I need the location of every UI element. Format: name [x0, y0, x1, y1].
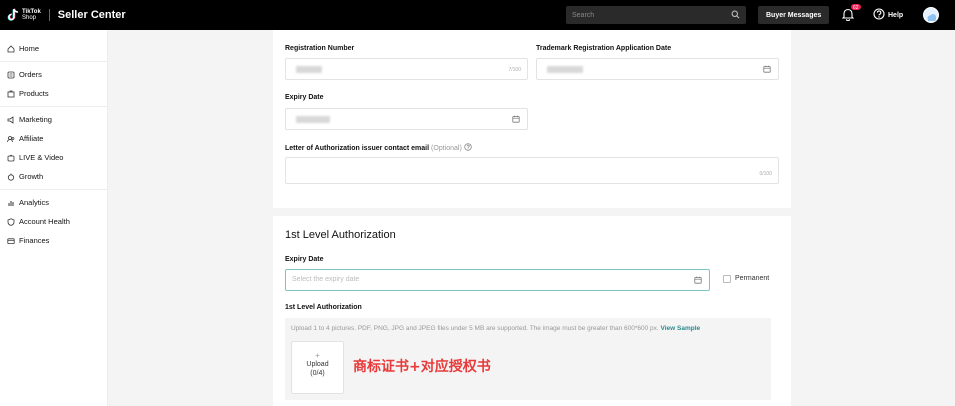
expiry-date-label: Expiry Date	[285, 94, 324, 101]
first-level-authorization-card: 1st Level Authorization Expiry Date Sele…	[273, 216, 791, 406]
upload-hint: Upload 1 to 4 pictures. PDF, PNG, JPG an…	[291, 325, 700, 332]
sidebar-item-products[interactable]: Products	[0, 84, 107, 103]
auth-upload-label: 1st Level Authorization	[285, 304, 362, 311]
sidebar-item-orders[interactable]: Orders	[0, 65, 107, 84]
sidebar-item-label: Growth	[19, 172, 44, 181]
sidebar-item-home[interactable]: Home	[0, 39, 107, 58]
sidebar-item-finances[interactable]: Finances	[0, 231, 107, 250]
calendar-icon[interactable]	[512, 115, 520, 125]
sidebar-item-label: Marketing	[19, 115, 52, 124]
loa-email-label: Letter of Authorization issuer contact e…	[285, 143, 472, 153]
sidebar-item-label: Products	[19, 89, 49, 98]
char-counter: 0/100	[759, 171, 772, 177]
sidebar: Home Orders Products Marketing Affiliate…	[0, 30, 108, 406]
redacted-value	[547, 66, 583, 73]
plus-icon: +	[315, 351, 320, 360]
upload-count: (0/4)	[310, 370, 325, 377]
registration-number-input[interactable]: 7/100	[285, 58, 528, 80]
buyer-messages-button[interactable]: Buyer Messages	[758, 6, 830, 24]
top-bar: TikTok Shop Seller Center Search Buyer M…	[0, 0, 955, 30]
view-sample-link[interactable]: View Sample	[661, 325, 701, 332]
sidebar-item-growth[interactable]: Growth	[0, 167, 107, 186]
permanent-checkbox[interactable]	[723, 275, 731, 283]
logo-divider	[48, 9, 50, 21]
sidebar-item-label: Orders	[19, 70, 42, 79]
orders-icon	[7, 71, 15, 79]
sidebar-divider	[0, 106, 107, 107]
sidebar-item-label: Finances	[19, 236, 50, 245]
growth-icon	[7, 173, 15, 181]
sidebar-item-label: Account Health	[19, 217, 70, 226]
redacted-value	[296, 66, 322, 73]
sidebar-divider	[0, 189, 107, 190]
section-title: 1st Level Authorization	[285, 229, 396, 241]
finances-icon	[7, 237, 15, 245]
search-input[interactable]: Search	[566, 6, 746, 24]
sidebar-item-live-video[interactable]: LIVE & Video	[0, 148, 107, 167]
sidebar-item-label: LIVE & Video	[19, 153, 64, 162]
help-button[interactable]: Help	[873, 8, 903, 22]
upload-label: Upload	[306, 361, 329, 368]
shield-icon	[7, 217, 15, 226]
date-placeholder: Select the expiry date	[292, 276, 360, 283]
upload-hint-text: Upload 1 to 4 pictures. PDF, PNG, JPG an…	[291, 325, 659, 332]
logo[interactable]: TikTok Shop Seller Center	[7, 8, 126, 22]
expiry-date-picker[interactable]	[285, 108, 528, 130]
calendar-icon[interactable]	[694, 276, 702, 286]
loa-email-label-text: Letter of Authorization issuer contact e…	[285, 144, 430, 152]
sidebar-divider	[0, 61, 107, 62]
analytics-icon	[7, 199, 15, 207]
loa-email-input[interactable]: 0/100	[285, 157, 779, 184]
permanent-label[interactable]: Permanent	[735, 275, 769, 282]
trademark-app-date-label: Trademark Registration Application Date	[536, 45, 672, 52]
registration-number-label: Registration Number	[285, 45, 355, 52]
sidebar-item-account-health[interactable]: Account Health	[0, 212, 107, 231]
sidebar-item-label: Affiliate	[19, 134, 44, 143]
upload-button[interactable]: + Upload (0/4)	[291, 341, 344, 394]
products-icon	[7, 90, 15, 98]
sidebar-item-analytics[interactable]: Analytics	[0, 193, 107, 212]
question-icon[interactable]	[464, 143, 472, 153]
redacted-value	[296, 116, 330, 123]
tiktok-logo-icon	[7, 8, 19, 22]
sidebar-item-label: Analytics	[19, 198, 50, 207]
optional-tag: (Optional)	[431, 144, 462, 152]
notification-badge: 62	[850, 3, 862, 11]
video-icon	[7, 154, 15, 162]
auth-expiry-date-picker[interactable]: Select the expiry date	[285, 269, 710, 291]
avatar[interactable]	[923, 7, 939, 23]
search-icon[interactable]	[731, 10, 740, 21]
calendar-icon[interactable]	[763, 65, 771, 75]
upload-area: Upload 1 to 4 pictures. PDF, PNG, JPG an…	[285, 318, 771, 400]
home-icon	[7, 44, 15, 53]
char-counter: 7/100	[508, 67, 521, 73]
sidebar-item-label: Home	[19, 44, 40, 53]
sidebar-item-affiliate[interactable]: Affiliate	[0, 129, 107, 148]
affiliate-icon	[7, 135, 15, 143]
trademark-app-date-picker[interactable]	[536, 58, 779, 80]
sidebar-item-marketing[interactable]: Marketing	[0, 110, 107, 129]
search-placeholder: Search	[572, 11, 595, 19]
help-label: Help	[888, 11, 904, 19]
trademark-details-card: Registration Number 7/100 Trademark Regi…	[273, 30, 791, 208]
megaphone-icon	[7, 115, 15, 124]
brand-line-2: Shop	[22, 15, 37, 21]
annotation-text: 商标证书+对应授权书	[353, 359, 491, 375]
brand-name: TikTok Shop	[22, 9, 41, 21]
app-title: Seller Center	[57, 9, 126, 21]
expiry-date-label: Expiry Date	[285, 256, 324, 263]
help-icon	[873, 8, 885, 22]
